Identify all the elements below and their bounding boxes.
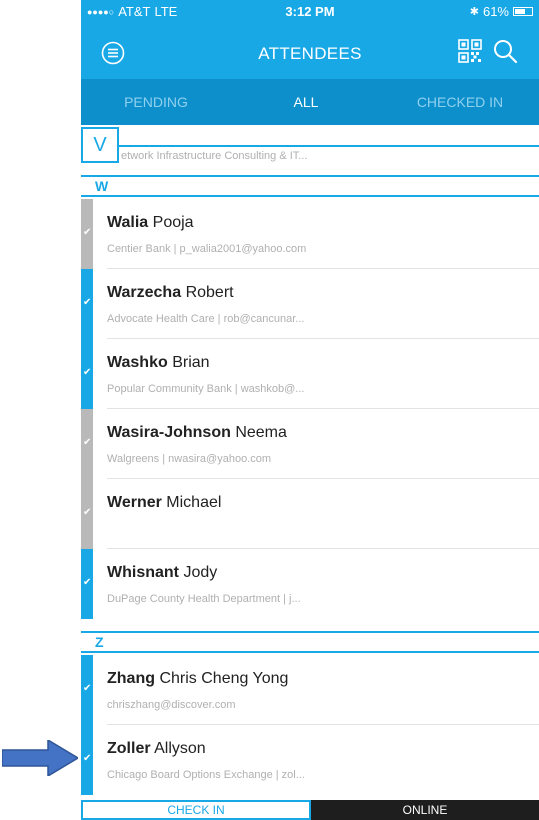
- bluetooth-icon: ✱: [469, 6, 479, 18]
- list-item[interactable]: ✔ Werner Michael: [81, 479, 539, 549]
- checkmark-icon: ✔: [83, 297, 92, 308]
- attendee-details: Chicago Board Options Exchange | zol...: [107, 769, 305, 781]
- section-letter: W: [95, 178, 109, 194]
- attendee-name: Warzecha Robert: [107, 284, 234, 302]
- partial-row-subtitle: etwork Infrastructure Consulting & IT...: [121, 150, 308, 162]
- attendee-name: Zoller Allyson: [107, 740, 206, 758]
- first-name: Allyson: [154, 740, 206, 757]
- app-screen: ●●●●○ AT&T LTE 3:12 PM ✱ 61% ATTENDEES P…: [81, 0, 539, 820]
- last-name: Whisnant: [107, 564, 179, 581]
- checkmark-icon: ✔: [83, 753, 92, 764]
- online-status: ONLINE: [311, 800, 539, 820]
- section-letter: Z: [95, 634, 104, 650]
- bottom-bar: CHECK IN ONLINE: [81, 800, 539, 820]
- last-name: Warzecha: [107, 284, 182, 301]
- annotation-arrow: [2, 740, 78, 776]
- attendee-details: Popular Community Bank | washkob@...: [107, 383, 305, 395]
- list-item[interactable]: ✔ Warzecha Robert Advocate Health Care |…: [81, 269, 539, 339]
- first-name: Brian: [172, 354, 210, 371]
- battery-icon: [513, 7, 533, 16]
- last-name: Werner: [107, 494, 162, 511]
- first-name: Jody: [183, 564, 218, 581]
- checkmark-icon: ✔: [83, 227, 92, 238]
- list-item[interactable]: ✔ Washko Brian Popular Community Bank | …: [81, 339, 539, 409]
- last-name: Zoller: [107, 740, 151, 757]
- attendee-details: chriszhang@discover.com: [107, 699, 236, 711]
- list-item[interactable]: ✔ Zhang Chris Cheng Yong chriszhang@disc…: [81, 655, 539, 725]
- section-header-z: Z: [81, 631, 539, 653]
- attendee-name: Werner Michael: [107, 494, 221, 512]
- last-name: Wasira-Johnson: [107, 424, 231, 441]
- status-bar: ●●●●○ AT&T LTE 3:12 PM ✱ 61%: [81, 0, 539, 24]
- attendee-list[interactable]: V etwork Infrastructure Consulting & IT.…: [81, 125, 539, 800]
- first-name: Robert: [185, 284, 234, 301]
- tab-pending[interactable]: PENDING: [81, 79, 231, 125]
- first-name: Chris Cheng Yong: [159, 670, 289, 687]
- qr-code-icon[interactable]: [458, 39, 482, 63]
- checkmark-icon: ✔: [83, 367, 92, 378]
- attendee-name: Whisnant Jody: [107, 564, 217, 582]
- list-item[interactable]: ✔ Wasira-Johnson Neema Walgreens | nwasi…: [81, 409, 539, 479]
- section-divider: [119, 145, 539, 147]
- last-name: Zhang: [107, 670, 155, 687]
- section-header-w: W: [81, 175, 539, 197]
- attendee-details: DuPage County Health Department | j...: [107, 593, 301, 605]
- attendee-name: Washko Brian: [107, 354, 210, 372]
- last-name: Washko: [107, 354, 168, 371]
- first-name: Pooja: [152, 214, 194, 231]
- last-name: Walia: [107, 214, 149, 231]
- check-in-button[interactable]: CHECK IN: [81, 800, 311, 820]
- first-name: Michael: [166, 494, 222, 511]
- tab-checked-in[interactable]: CHECKED IN: [381, 79, 539, 125]
- section-index-v: V: [81, 127, 119, 163]
- nav-bar: ATTENDEES: [81, 24, 539, 79]
- list-item[interactable]: ✔ Zoller Allyson Chicago Board Options E…: [81, 725, 539, 795]
- checkmark-icon: ✔: [83, 507, 92, 518]
- attendee-details: Walgreens | nwasira@yahoo.com: [107, 453, 272, 465]
- first-name: Neema: [235, 424, 287, 441]
- attendee-details: Centier Bank | p_walia2001@yahoo.com: [107, 243, 307, 255]
- attendee-name: Wasira-Johnson Neema: [107, 424, 287, 442]
- checkmark-icon: ✔: [83, 577, 92, 588]
- list-item[interactable]: ✔ Walia Pooja Centier Bank | p_walia2001…: [81, 199, 539, 269]
- search-icon[interactable]: [492, 38, 518, 64]
- attendee-details: Advocate Health Care | rob@cancunar...: [107, 313, 305, 325]
- attendee-name: Zhang Chris Cheng Yong: [107, 670, 288, 688]
- attendee-name: Walia Pooja: [107, 214, 194, 232]
- tab-all[interactable]: ALL: [231, 79, 381, 125]
- checkmark-icon: ✔: [83, 683, 92, 694]
- list-item[interactable]: ✔ Whisnant Jody DuPage County Health Dep…: [81, 549, 539, 619]
- filter-tabs: PENDING ALL CHECKED IN: [81, 79, 539, 125]
- checkmark-icon: ✔: [83, 437, 92, 448]
- battery-percent: 61%: [482, 4, 509, 19]
